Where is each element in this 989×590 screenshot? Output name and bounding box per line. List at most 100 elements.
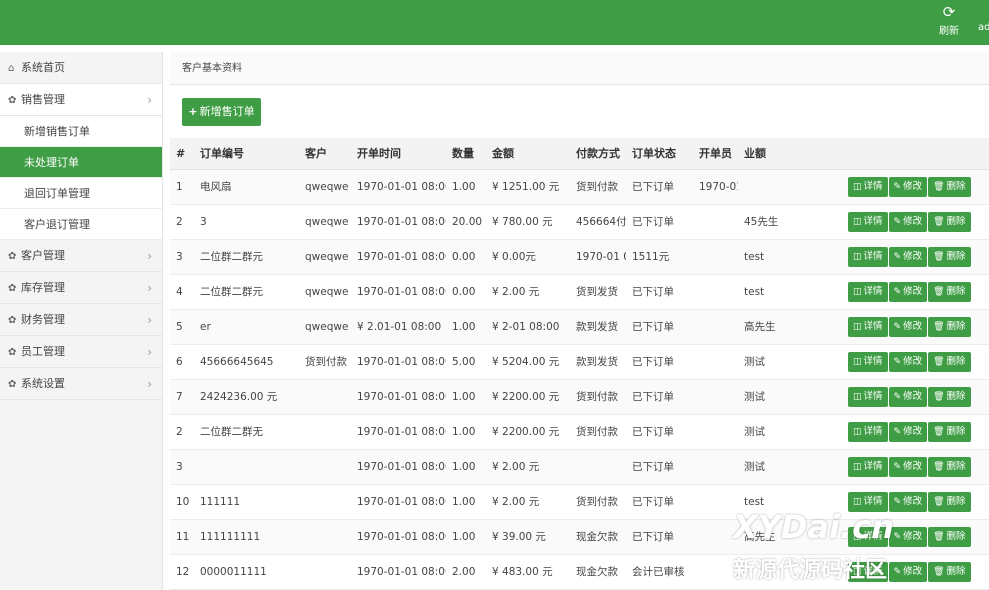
edit-button[interactable]: ✎ 修改 [888, 526, 928, 547]
table-cell: test [738, 239, 842, 275]
delete-button[interactable]: 🗑 删除 [928, 526, 971, 547]
table-cell: 0.00 [446, 239, 486, 275]
table-cell [194, 449, 299, 485]
refresh-icon: ⟳ [942, 3, 956, 21]
edit-button[interactable]: ✎ 修改 [888, 211, 928, 232]
detail-button[interactable]: ◫ 详情 [848, 491, 888, 512]
edit-icon: ✎ [893, 181, 902, 192]
table-row: 11 111111111 1970-01-01 08:00 1.00 ¥ 39.00 元… [170, 519, 989, 555]
detail-icon: ◫ [853, 391, 862, 402]
table-cell: 45666645645 [194, 344, 299, 380]
delete-button[interactable]: 🗑 删除 [928, 316, 971, 337]
table-cell [693, 274, 738, 310]
table-cell: 已下订单 [626, 274, 693, 310]
delete-button[interactable]: 🗑 删除 [928, 421, 971, 442]
edit-button[interactable]: ✎ 修改 [888, 176, 928, 197]
sidebar-item-stock[interactable]: ✿ 库存管理 › [0, 272, 162, 304]
trash-icon: 🗑 [933, 391, 945, 402]
detail-button[interactable]: ◫ 详情 [848, 421, 888, 442]
add-order-label: 新增售订单 [199, 105, 255, 118]
sidebar-item-settings[interactable]: ✿ 系统设置 › [0, 368, 162, 400]
table-cell: 5.00 [446, 344, 486, 380]
detail-button[interactable]: ◫ 详情 [848, 246, 888, 267]
sidebar-item-home[interactable]: ⌂ 系统首页 [0, 52, 162, 84]
delete-button[interactable]: 🗑 删除 [928, 351, 971, 372]
table-cell: ¥ 2.00 元 [486, 484, 570, 520]
delete-button[interactable]: 🗑 删除 [928, 456, 971, 477]
gear-icon: ✿ [8, 379, 17, 390]
table-cell: 现金欠款 [570, 519, 626, 555]
table-row: 6 45666645645 货到付款 1970-01-01 08:00 5.00 ¥ 52… [170, 344, 989, 380]
detail-button[interactable]: ◫ 详情 [848, 561, 888, 582]
delete-button[interactable]: 🗑 删除 [928, 176, 971, 197]
trash-icon: 🗑 [933, 566, 945, 577]
detail-button[interactable]: ◫ 详情 [848, 456, 888, 477]
detail-button[interactable]: ◫ 详情 [848, 176, 888, 197]
delete-button[interactable]: 🗑 删除 [928, 281, 971, 302]
detail-button[interactable]: ◫ 详情 [848, 526, 888, 547]
sidebar-subitem-customer-cancel[interactable]: 客户退订管理 [0, 209, 162, 240]
refresh-button[interactable]: ⟳ 刷新 [934, 3, 964, 38]
chevron-right-icon: › [147, 93, 152, 107]
table-cell: 电风扇 [194, 169, 299, 205]
detail-button[interactable]: ◫ 详情 [848, 316, 888, 337]
delete-button[interactable]: 🗑 删除 [928, 246, 971, 267]
sidebar-item-staff[interactable]: ✿ 员工管理 › [0, 336, 162, 368]
table-cell: 1970-01-01 08:00 [351, 204, 446, 240]
edit-icon: ✎ [893, 531, 902, 542]
add-order-button[interactable]: + 新增售订单 [182, 98, 261, 126]
table-cell: test [738, 274, 842, 310]
detail-button[interactable]: ◫ 详情 [848, 211, 888, 232]
edit-button[interactable]: ✎ 修改 [888, 351, 928, 372]
detail-button[interactable]: ◫ 详情 [848, 281, 888, 302]
table-cell: 已下订单 [626, 379, 693, 415]
sidebar-item-finance[interactable]: ✿ 财务管理 › [0, 304, 162, 336]
table-cell: 7 [170, 379, 194, 415]
edit-button[interactable]: ✎ 修改 [888, 491, 928, 512]
table-cell: ¥ 780.00 元 [486, 204, 570, 240]
detail-button[interactable]: ◫ 详情 [848, 386, 888, 407]
delete-button[interactable]: 🗑 删除 [928, 561, 971, 582]
col-header: 金额 [486, 138, 570, 170]
table-cell: 已下订单 [626, 519, 693, 555]
detail-icon: ◫ [853, 566, 862, 577]
edit-button[interactable]: ✎ 修改 [888, 246, 928, 267]
action-label: 详情 [863, 530, 883, 542]
table-cell: test [738, 484, 842, 520]
edit-icon: ✎ [893, 216, 902, 227]
chevron-right-icon: › [147, 281, 152, 295]
table-cell [693, 239, 738, 275]
edit-button[interactable]: ✎ 修改 [888, 386, 928, 407]
chevron-right-icon: › [147, 313, 152, 327]
sidebar-item-customer[interactable]: ✿ 客户管理 › [0, 240, 162, 272]
edit-button[interactable]: ✎ 修改 [888, 456, 928, 477]
action-label: 删除 [946, 355, 966, 367]
table-cell: 货到付款 [299, 344, 351, 380]
edit-button[interactable]: ✎ 修改 [888, 561, 928, 582]
table-cell: 1.00 [446, 379, 486, 415]
user-menu[interactable]: ad [978, 22, 989, 33]
delete-button[interactable]: 🗑 删除 [928, 491, 971, 512]
edit-button[interactable]: ✎ 修改 [888, 316, 928, 337]
action-label: 删除 [946, 425, 966, 437]
sidebar-item-sales[interactable]: ✿ 销售管理 › [0, 84, 162, 116]
edit-icon: ✎ [893, 461, 902, 472]
delete-button[interactable]: 🗑 删除 [928, 211, 971, 232]
sidebar-subitem-returned-orders[interactable]: 退回订单管理 [0, 178, 162, 209]
table-cell: ¥ 0.00元 [486, 239, 570, 275]
action-label: 修改 [903, 565, 923, 577]
edit-button[interactable]: ✎ 修改 [888, 421, 928, 442]
table-cell [738, 554, 842, 590]
row-actions: ◫ 详情 ✎ 修改 🗑 删除 [842, 449, 989, 485]
sidebar-subitem-new-order[interactable]: 新增销售订单 [0, 116, 162, 147]
row-actions: ◫ 详情 ✎ 修改 🗑 删除 [842, 204, 989, 240]
table-cell: 1970-01-01 08:00 [351, 519, 446, 555]
table-cell: 款到发货 [570, 344, 626, 380]
trash-icon: 🗑 [933, 181, 945, 192]
delete-button[interactable]: 🗑 删除 [928, 386, 971, 407]
edit-button[interactable]: ✎ 修改 [888, 281, 928, 302]
trash-icon: 🗑 [933, 356, 945, 367]
table-cell: 1.00 [446, 484, 486, 520]
sidebar-subitem-pending-orders[interactable]: 未处理订单 [0, 147, 162, 178]
detail-button[interactable]: ◫ 详情 [848, 351, 888, 372]
